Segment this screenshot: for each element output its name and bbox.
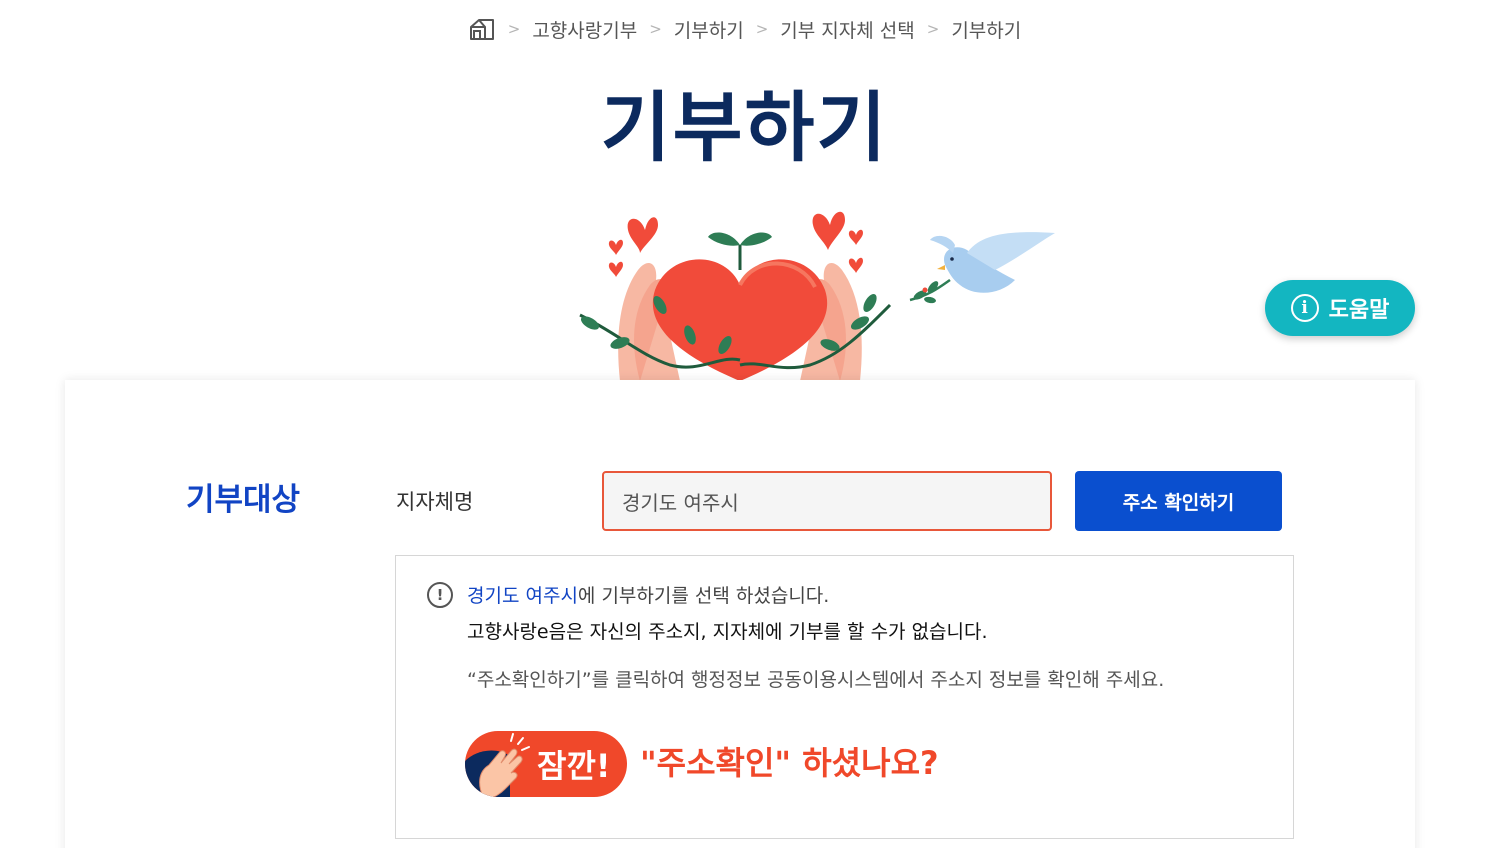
notice-restriction: 고향사랑e음은 자신의 주소지, 지자체에 기부를 할 수가 없습니다. (467, 621, 988, 643)
wait-label: 잠깐! (537, 747, 611, 785)
info-icon: i (1290, 294, 1319, 322)
breadcrumb-separator: > (649, 20, 662, 38)
notice-selected-region: 경기도 여주시에 기부하기를 선택 하셨습니다. (467, 581, 829, 608)
wait-badge: 잠깐! (465, 731, 627, 797)
breadcrumb-item-donate[interactable]: 기부하기 (674, 16, 744, 43)
hero-illustration (560, 195, 1080, 381)
breadcrumb-item-current[interactable]: 기부하기 (951, 16, 1021, 43)
breadcrumb-separator: > (926, 20, 940, 38)
notice-instruction: “주소확인하기”를 클릭하여 행정정보 공동이용시스템에서 주소지 정보를 확인… (467, 669, 1165, 691)
region-name-label: 지자체명 (396, 490, 474, 514)
warning-icon: ! (427, 582, 453, 608)
dove-illustration (909, 232, 1055, 304)
breadcrumb-separator: > (507, 20, 521, 38)
address-confirm-button[interactable]: 주소 확인하기 (1075, 471, 1282, 531)
clap-hand-icon (465, 733, 530, 797)
notice-box: ! 경기도 여주시에 기부하기를 선택 하셨습니다. 고향사랑e음은 자신의 주… (395, 555, 1294, 839)
section-label-donation-target: 기부대상 (186, 482, 301, 518)
breadcrumb: > 고향사랑기부 > 기부하기 > 기부 지자체 선택 > 기부하기 (0, 14, 1489, 44)
breadcrumb-item-gohyang[interactable]: 고향사랑기부 (532, 16, 637, 43)
notice-line1-text: 에 기부하기를 선택 하셨습니다. (577, 585, 830, 607)
home-icon[interactable] (468, 15, 496, 43)
notice-region-name: 경기도 여주시 (467, 585, 578, 607)
region-name-input[interactable] (602, 471, 1052, 531)
wait-question: "주소확인" 하셨나요? (640, 744, 939, 782)
help-button[interactable]: i 도움말 (1265, 280, 1415, 336)
breadcrumb-item-select-region[interactable]: 기부 지자체 선택 (780, 16, 914, 43)
help-button-label: 도움말 (1328, 298, 1390, 323)
breadcrumb-separator: > (755, 20, 769, 38)
page-title: 기부하기 (600, 83, 889, 172)
